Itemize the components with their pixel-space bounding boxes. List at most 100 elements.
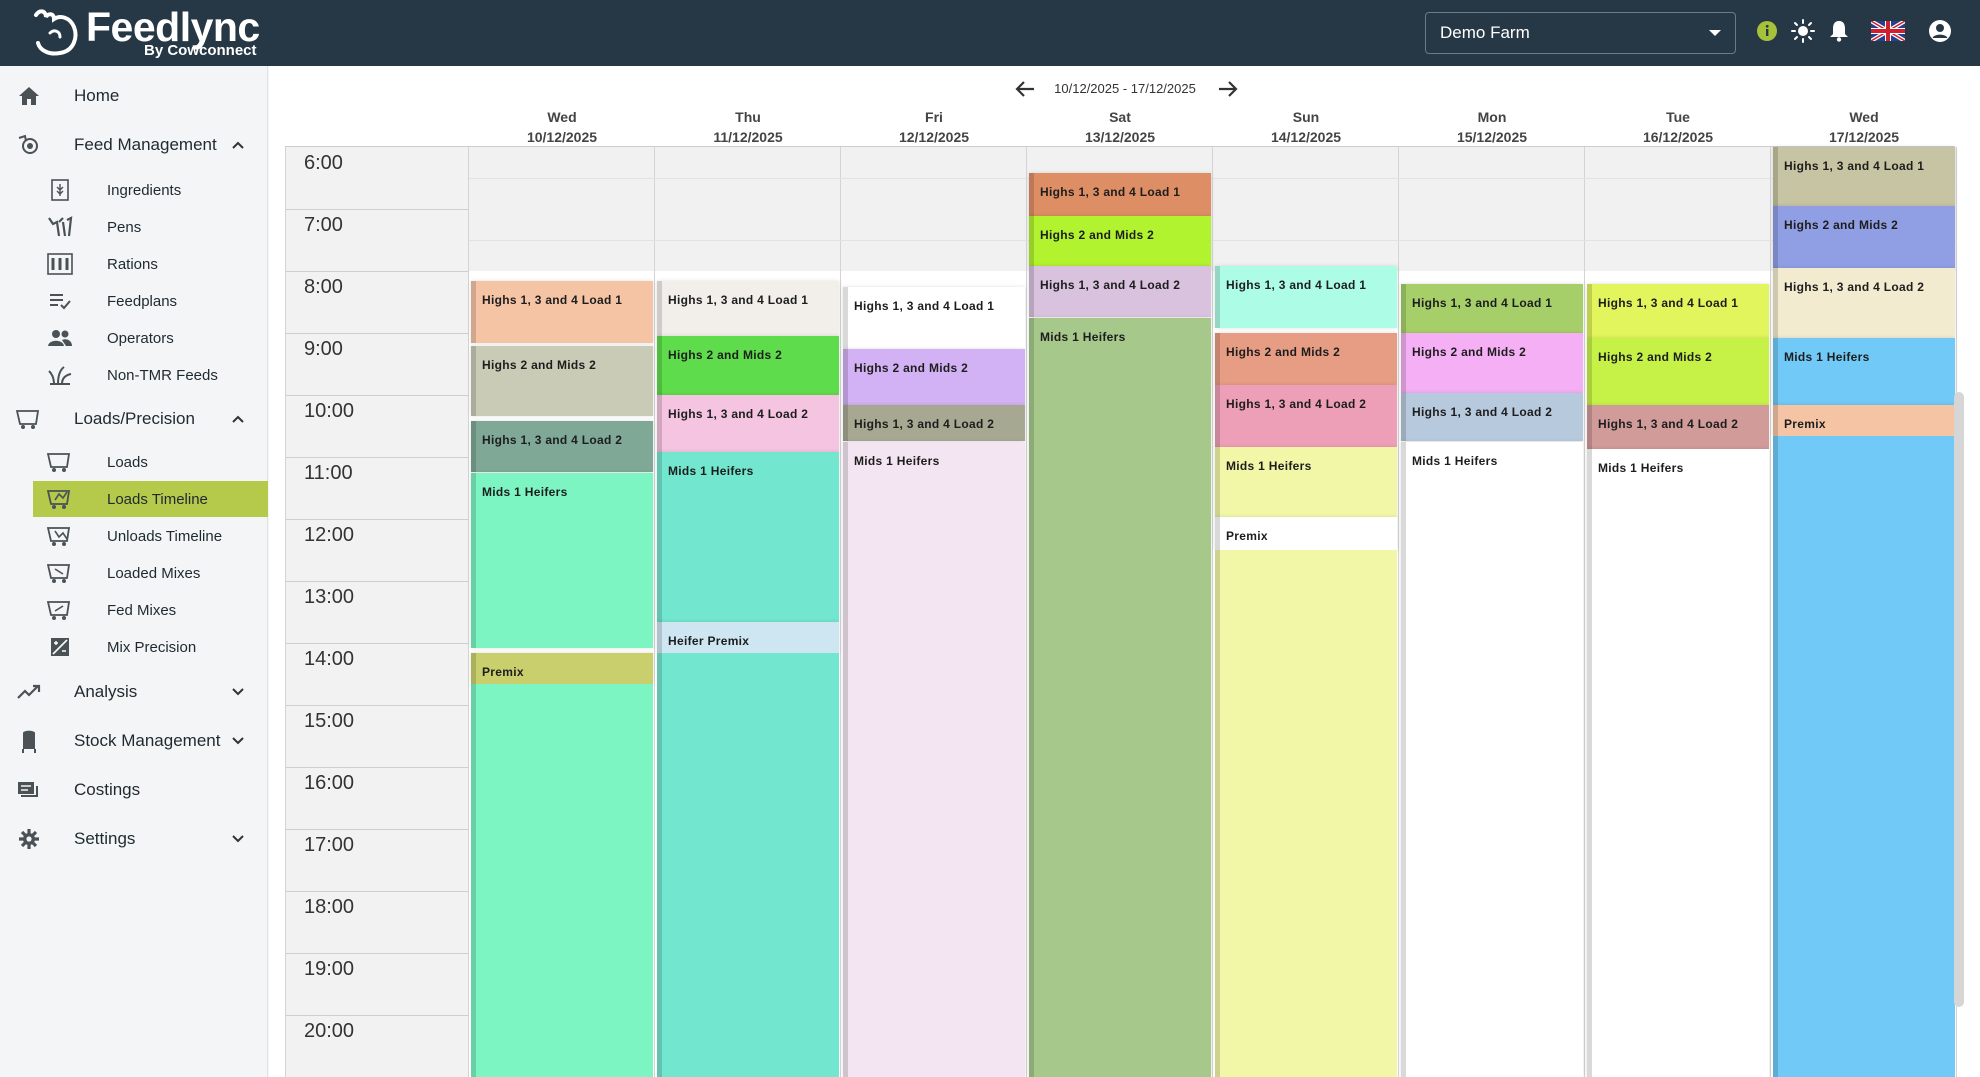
timeline-event[interactable]: Mids 1 Heifers (843, 441, 1025, 1077)
day-of-week: Sun (1292, 109, 1320, 125)
timeline-event[interactable]: Highs 2 and Mids 2 (1029, 216, 1211, 266)
sidebar-item-loads[interactable]: Loads (33, 444, 268, 480)
home-icon (16, 83, 42, 109)
timeline-event[interactable]: Highs 1, 3 and 4 Load 2 (1773, 267, 1955, 339)
chevron-down-icon[interactable] (230, 733, 246, 749)
timeline-event[interactable]: Highs 2 and Mids 2 (1215, 333, 1397, 385)
day-header: Mon 15/12/2025 (1399, 107, 1585, 147)
date-range-nav: 10/12/2025 - 17/12/2025 (1010, 76, 1240, 102)
nav-costings[interactable]: Costings (0, 772, 268, 808)
sidebar-item-rations[interactable]: Rations (33, 246, 268, 282)
sidebar-item-loaded-mixes[interactable]: Loaded Mixes (33, 555, 268, 591)
timeline-event[interactable]: Highs 1, 3 and 4 Load 2 (1401, 392, 1583, 442)
nav-settings-label: Settings (74, 829, 136, 848)
sun-icon[interactable] (1790, 18, 1816, 44)
sidebar-item-ingredients[interactable]: Ingredients (33, 172, 268, 208)
day-header: Sun 14/12/2025 (1213, 107, 1399, 147)
farm-select[interactable]: Demo Farm (1425, 12, 1736, 54)
nav-loads-precision[interactable]: Loads/Precision (0, 401, 268, 437)
sidebar-item-label: Feedplans (107, 292, 178, 310)
timeline-event[interactable]: Highs 1, 3 and 4 Load 1 (657, 281, 839, 337)
timeline-event[interactable]: Mids 1 Heifers (471, 472, 653, 649)
bell-icon[interactable] (1826, 18, 1852, 44)
chevron-down-icon[interactable] (230, 684, 246, 700)
hour-label: 7:00 (304, 214, 343, 236)
timeline-event[interactable]: Highs 2 and Mids 2 (843, 348, 1025, 406)
sidebar-item-mix-precision[interactable]: Mix Precision (33, 629, 268, 665)
timeline-event[interactable]: Premix (1215, 516, 1397, 550)
timeline-event[interactable]: Highs 1, 3 and 4 Load 2 (471, 420, 653, 473)
sidebar-item-fed-mixes[interactable]: Fed Mixes (33, 592, 268, 628)
timeline-event[interactable]: Highs 2 and Mids 2 (1773, 205, 1955, 268)
hour-label: 17:00 (304, 834, 355, 856)
rations-icon (47, 251, 73, 277)
arrow-right-icon[interactable] (1215, 77, 1239, 101)
timeline-event[interactable]: Mids 1 Heifers (1587, 448, 1769, 1077)
day-of-week: Sat (1109, 109, 1131, 125)
day-date: 16/12/2025 (1642, 129, 1714, 145)
half-hour-gridline (1213, 178, 1399, 179)
timeline-event[interactable]: Highs 1, 3 and 4 Load 1 (843, 286, 1025, 349)
hour-label: 8:00 (304, 276, 343, 298)
timeline-event[interactable]: Highs 1, 3 and 4 Load 1 (1773, 147, 1955, 206)
sidebar-item-non-tmr-feeds[interactable]: Non-TMR Feeds (33, 357, 268, 393)
account-icon[interactable] (1927, 18, 1953, 44)
timeline-event[interactable]: Highs 1, 3 and 4 Load 1 (1215, 265, 1397, 328)
silo-icon (16, 728, 42, 754)
cow-logo-icon (34, 9, 78, 56)
timeline-event[interactable]: Mids 1 Heifers (657, 451, 839, 623)
vertical-scrollbar[interactable] (1954, 392, 1964, 1007)
nav-home[interactable]: Home (0, 78, 268, 114)
timeline-event[interactable]: Highs 2 and Mids 2 (1401, 333, 1583, 393)
timeline-event[interactable]: Heifer Premix (657, 622, 839, 654)
timeline-event[interactable]: Highs 1, 3 and 4 Load 2 (1587, 405, 1769, 449)
half-hour-gridline (1399, 240, 1585, 241)
nav-feed-management[interactable]: Feed Management (0, 127, 268, 163)
timeline-event[interactable]: Highs 1, 3 and 4 Load 1 (471, 281, 653, 344)
timeline-event[interactable]: Mids 1 Heifers (1401, 441, 1583, 1077)
wagon-icon (47, 597, 73, 623)
chevron-down-icon[interactable] (230, 831, 246, 847)
app-logo[interactable]: Feedlync By Cowconnect (30, 5, 260, 61)
timeline-event[interactable]: Highs 2 and Mids 2 (471, 346, 653, 416)
timeline-event[interactable]: Highs 2 and Mids 2 (1587, 338, 1769, 406)
timeline-event[interactable]: Mids 1 Heifers (1215, 446, 1397, 517)
sidebar-item-label: Ingredients (107, 181, 182, 199)
timeline-event[interactable]: Highs 1, 3 and 4 Load 2 (843, 405, 1025, 442)
timeline-event[interactable]: Premix (1773, 405, 1955, 437)
wagon-icon (47, 449, 73, 475)
nav-stock-management-label: Stock Management (74, 731, 221, 750)
hour-label: 18:00 (304, 896, 355, 918)
timeline-event[interactable]: Highs 1, 3 and 4 Load 2 (1215, 384, 1397, 447)
day-header: Sat 13/12/2025 (1027, 107, 1213, 147)
nav-settings[interactable]: Settings (0, 821, 268, 857)
chevron-up-icon[interactable] (230, 411, 246, 427)
sidebar-item-loads-timeline[interactable]: Loads Timeline (33, 481, 268, 517)
day-header: Fri 12/12/2025 (841, 107, 1027, 147)
uk-flag-icon[interactable] (1870, 18, 1906, 44)
info-icon[interactable] (1754, 18, 1780, 44)
hour-label: 13:00 (304, 586, 355, 608)
hour-label: 14:00 (304, 648, 355, 670)
chevron-up-icon[interactable] (230, 137, 246, 153)
sidebar-item-unloads-timeline[interactable]: Unloads Timeline (33, 518, 268, 554)
timeline-event[interactable]: Highs 2 and Mids 2 (657, 336, 839, 395)
nav-analysis[interactable]: Analysis (0, 674, 268, 710)
sidebar-item-feedplans[interactable]: Feedplans (33, 283, 268, 319)
timeline-event[interactable]: Highs 1, 3 and 4 Load 1 (1401, 284, 1583, 333)
timeline-event[interactable]: Highs 1, 3 and 4 Load 2 (1029, 265, 1211, 318)
sidebar-item-label: Rations (107, 255, 158, 273)
sidebar-item-operators[interactable]: Operators (33, 320, 268, 356)
sidebar-item-pens[interactable]: Pens (33, 209, 268, 245)
arrow-left-icon[interactable] (1014, 77, 1038, 101)
sidebar-item-label: Mix Precision (107, 638, 197, 656)
timeline-event[interactable]: Mids 1 Heifers (1773, 338, 1955, 406)
timeline-event[interactable]: Highs 1, 3 and 4 Load 2 (657, 395, 839, 452)
nav-stock-management[interactable]: Stock Management (0, 723, 268, 759)
timeline-event[interactable]: Highs 1, 3 and 4 Load 1 (1029, 172, 1211, 217)
timeline-event[interactable]: Highs 1, 3 and 4 Load 1 (1587, 284, 1769, 339)
timeline-event[interactable]: Mids 1 Heifers (1029, 317, 1211, 1077)
half-hour-gridline (469, 240, 655, 241)
hour-label: 6:00 (304, 152, 343, 174)
timeline-event[interactable]: Premix (471, 653, 653, 685)
